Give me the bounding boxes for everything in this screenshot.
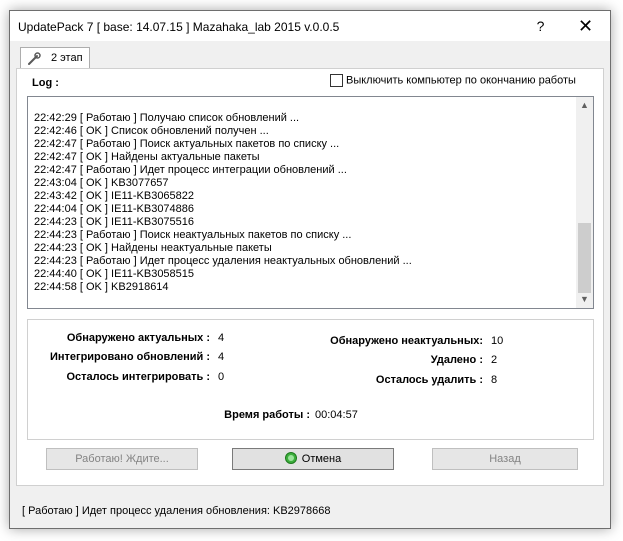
log-line: 22:43:04 [ OK ] KB3077657 [34, 177, 169, 189]
elapsed-value: 00:04:57 [315, 409, 358, 421]
log-line: 22:44:58 [ OK ] KB2918614 [34, 281, 169, 293]
scroll-up-icon[interactable]: ▲ [576, 97, 593, 114]
remaining-integrate-value: 0 [218, 371, 225, 383]
elapsed-label: Время работы : [224, 409, 310, 421]
log-line: 22:42:47 [ Работаю ] Поиск актуальных па… [34, 138, 340, 150]
found-actual-label: Обнаружено актуальных : [66, 332, 210, 344]
shutdown-checkbox[interactable]: Выключить компьютер по окончанию работы [330, 74, 576, 90]
log-line: 22:42:29 [ Работаю ] Получаю список обно… [34, 112, 300, 124]
log-line: 22:42:47 [ Работаю ] Идет процесс интегр… [34, 164, 347, 176]
title-bar[interactable]: UpdatePack 7 [ base: 14.07.15 ] Mazahaka… [10, 11, 610, 41]
status-text: [ Работаю ] Идет процесс удаления обновл… [22, 505, 331, 517]
tab-strip: 2 этап [10, 41, 610, 69]
log-line: 22:44:04 [ OK ] IE11-KB3074886 [34, 203, 195, 215]
remaining-delete-label: Осталось удалить : [375, 374, 483, 386]
log-line: 22:44:23 [ OK ] Найдены неактуальные пак… [34, 242, 272, 254]
shutdown-checkbox-label: Выключить компьютер по окончанию работы [346, 74, 576, 87]
log-textbox[interactable]: 22:42:29 [ Работаю ] Получаю список обно… [27, 96, 594, 309]
log-line: 22:42:47 [ OK ] Найдены актуальные пакет… [34, 151, 260, 163]
help-button[interactable]: ? [518, 11, 563, 41]
cancel-icon [284, 452, 297, 465]
log-line: 22:44:23 [ OK ] IE11-KB3075516 [34, 216, 195, 228]
tab-label: 2 этап [51, 52, 83, 64]
log-line: 22:44:40 [ OK ] IE11-KB3058515 [34, 268, 195, 280]
wrench-icon [27, 52, 41, 66]
tab-stage-2[interactable]: 2 этап [20, 47, 90, 69]
close-button[interactable]: ✕ [563, 11, 608, 41]
integrated-label: Интегрировано обновлений : [49, 351, 210, 363]
app-window: UpdatePack 7 [ base: 14.07.15 ] Mazahaka… [9, 10, 611, 529]
cancel-button-label: Отмена [301, 453, 342, 465]
remaining-integrate-label: Осталось интегрировать : [66, 371, 210, 383]
log-label: Log : [32, 77, 59, 89]
integrated-value: 4 [218, 351, 225, 363]
status-bar: [ Работаю ] Идет процесс удаления обновл… [10, 500, 610, 528]
checkbox-box[interactable] [330, 74, 343, 87]
remaining-delete-value: 8 [491, 374, 498, 386]
log-line: 22:44:23 [ Работаю ] Идет процесс удален… [34, 255, 412, 267]
back-button[interactable]: Назад [432, 448, 578, 470]
log-line: 22:43:42 [ OK ] IE11-KB3065822 [34, 190, 195, 202]
window-title: UpdatePack 7 [ base: 14.07.15 ] Mazahaka… [18, 20, 340, 34]
log-scrollbar[interactable]: ▲ ▼ [576, 97, 593, 308]
log-lines: 22:42:29 [ Работаю ] Получаю список обно… [34, 112, 575, 294]
found-actual-value: 4 [218, 332, 225, 344]
deleted-value: 2 [491, 354, 498, 366]
found-nonactual-value: 10 [491, 335, 504, 347]
deleted-label: Удалено : [430, 354, 483, 366]
log-line: 22:42:46 [ OK ] Список обновлений получе… [34, 125, 269, 137]
found-nonactual-label: Обнаружено неактуальных: [330, 335, 483, 347]
scroll-down-icon[interactable]: ▼ [576, 291, 593, 308]
log-line: 22:44:23 [ Работаю ] Поиск неактуальных … [34, 229, 352, 241]
working-button[interactable]: Работаю! Ждите... [46, 448, 198, 470]
scroll-thumb[interactable] [578, 223, 591, 293]
stats-panel: Обнаружено актуальных : 4 Интегрировано … [27, 319, 594, 440]
cancel-button[interactable]: Отмена [232, 448, 394, 470]
